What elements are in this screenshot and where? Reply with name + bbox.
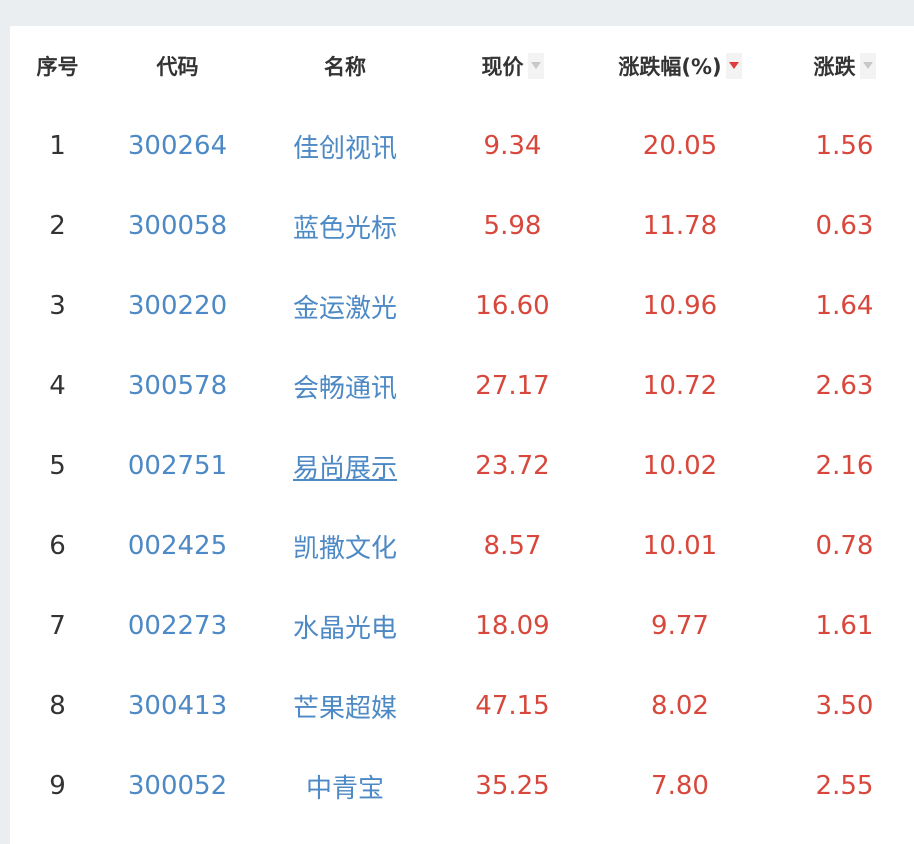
stock-name-link[interactable]: 佳创视讯 xyxy=(250,106,440,186)
table-header-row: 序号 代码 名称 现价 涨跌幅(%) 涨跌 xyxy=(10,26,914,106)
change-percent: 10.96 xyxy=(642,291,718,321)
stock-name-link[interactable]: 水晶光电 xyxy=(250,586,440,666)
header-change-label: 涨跌 xyxy=(813,55,856,79)
header-change-pct-label: 涨跌幅(%) xyxy=(618,55,722,79)
stock-name-link[interactable]: 易尚展示 xyxy=(250,426,440,506)
sort-icon[interactable] xyxy=(527,53,544,79)
change-amount: 1.61 xyxy=(815,611,874,641)
stock-name-text[interactable]: 芒果超媒 xyxy=(293,694,397,724)
stock-code-link[interactable]: 002273 xyxy=(105,586,250,666)
table-row[interactable]: 9 300052 中青宝 35.25 7.80 2.55 xyxy=(10,746,914,826)
stock-code-link[interactable]: 300578 xyxy=(105,346,250,426)
stock-table: 序号 代码 名称 现价 涨跌幅(%) 涨跌 1 300264 佳创视讯 9.34… xyxy=(10,26,914,826)
header-change[interactable]: 涨跌 xyxy=(775,26,914,106)
row-index: 1 xyxy=(49,131,66,161)
stock-name-text[interactable]: 蓝色光标 xyxy=(293,214,397,244)
stock-name-link[interactable]: 中青宝 xyxy=(250,746,440,826)
table-row[interactable]: 5 002751 易尚展示 23.72 10.02 2.16 xyxy=(10,426,914,506)
header-price-label: 现价 xyxy=(481,55,524,79)
current-price: 27.17 xyxy=(475,371,550,401)
table-row[interactable]: 3 300220 金运激光 16.60 10.96 1.64 xyxy=(10,266,914,346)
row-index: 4 xyxy=(49,371,66,401)
stock-name-text[interactable]: 中青宝 xyxy=(306,774,384,804)
current-price: 16.60 xyxy=(475,291,550,321)
change-percent: 7.80 xyxy=(651,771,709,801)
change-percent: 10.01 xyxy=(642,531,718,561)
change-percent: 10.02 xyxy=(642,451,718,481)
row-index: 8 xyxy=(49,691,66,721)
sort-down-icon[interactable] xyxy=(725,53,742,79)
change-percent: 20.05 xyxy=(642,131,718,161)
header-price[interactable]: 现价 xyxy=(440,26,585,106)
change-percent: 9.77 xyxy=(651,611,709,641)
header-index-label: 序号 xyxy=(36,55,79,79)
row-index: 3 xyxy=(49,291,66,321)
stock-name-link[interactable]: 金运激光 xyxy=(250,266,440,346)
stock-name-text[interactable]: 水晶光电 xyxy=(293,614,397,644)
stock-ranking-panel: 序号 代码 名称 现价 涨跌幅(%) 涨跌 1 300264 佳创视讯 9.34… xyxy=(10,26,914,844)
stock-name-text[interactable]: 会畅通讯 xyxy=(293,374,397,404)
row-index: 2 xyxy=(49,211,66,241)
stock-code-link[interactable]: 300220 xyxy=(105,266,250,346)
table-row[interactable]: 1 300264 佳创视讯 9.34 20.05 1.56 xyxy=(10,106,914,186)
change-amount: 2.63 xyxy=(815,371,874,401)
change-amount: 0.63 xyxy=(815,211,874,241)
current-price: 5.98 xyxy=(483,211,542,241)
header-name: 名称 xyxy=(250,26,440,106)
change-amount: 3.50 xyxy=(815,691,874,721)
table-row[interactable]: 2 300058 蓝色光标 5.98 11.78 0.63 xyxy=(10,186,914,266)
stock-code-link[interactable]: 002425 xyxy=(105,506,250,586)
stock-code-link[interactable]: 002751 xyxy=(105,426,250,506)
table-row[interactable]: 7 002273 水晶光电 18.09 9.77 1.61 xyxy=(10,586,914,666)
change-percent: 10.72 xyxy=(642,371,718,401)
header-index: 序号 xyxy=(10,26,105,106)
change-amount: 2.55 xyxy=(815,771,874,801)
stock-code-link[interactable]: 300264 xyxy=(105,106,250,186)
row-index: 7 xyxy=(49,611,66,641)
current-price: 9.34 xyxy=(483,131,542,161)
current-price: 18.09 xyxy=(475,611,550,641)
stock-code-link[interactable]: 300052 xyxy=(105,746,250,826)
table-row[interactable]: 6 002425 凯撒文化 8.57 10.01 0.78 xyxy=(10,506,914,586)
change-amount: 2.16 xyxy=(815,451,874,481)
sort-icon[interactable] xyxy=(859,53,876,79)
stock-code-link[interactable]: 300058 xyxy=(105,186,250,266)
row-index: 5 xyxy=(49,451,66,481)
row-index: 6 xyxy=(49,531,66,561)
change-amount: 0.78 xyxy=(815,531,874,561)
stock-name-text[interactable]: 凯撒文化 xyxy=(293,534,397,564)
row-index: 9 xyxy=(49,771,66,801)
change-amount: 1.64 xyxy=(815,291,874,321)
change-percent: 11.78 xyxy=(642,211,718,241)
stock-name-text[interactable]: 金运激光 xyxy=(293,294,397,324)
current-price: 8.57 xyxy=(483,531,542,561)
change-percent: 8.02 xyxy=(651,691,709,721)
header-code-label: 代码 xyxy=(156,55,199,79)
header-change-pct[interactable]: 涨跌幅(%) xyxy=(585,26,775,106)
current-price: 23.72 xyxy=(475,451,550,481)
header-code: 代码 xyxy=(105,26,250,106)
table-row[interactable]: 8 300413 芒果超媒 47.15 8.02 3.50 xyxy=(10,666,914,746)
stock-name-text[interactable]: 佳创视讯 xyxy=(293,134,397,164)
table-row[interactable]: 4 300578 会畅通讯 27.17 10.72 2.63 xyxy=(10,346,914,426)
stock-code-link[interactable]: 300413 xyxy=(105,666,250,746)
current-price: 35.25 xyxy=(475,771,550,801)
header-name-label: 名称 xyxy=(324,55,366,79)
change-amount: 1.56 xyxy=(815,131,874,161)
stock-name-text[interactable]: 易尚展示 xyxy=(293,454,397,484)
current-price: 47.15 xyxy=(475,691,550,721)
stock-name-link[interactable]: 芒果超媒 xyxy=(250,666,440,746)
stock-name-link[interactable]: 凯撒文化 xyxy=(250,506,440,586)
stock-name-link[interactable]: 会畅通讯 xyxy=(250,346,440,426)
stock-name-link[interactable]: 蓝色光标 xyxy=(250,186,440,266)
